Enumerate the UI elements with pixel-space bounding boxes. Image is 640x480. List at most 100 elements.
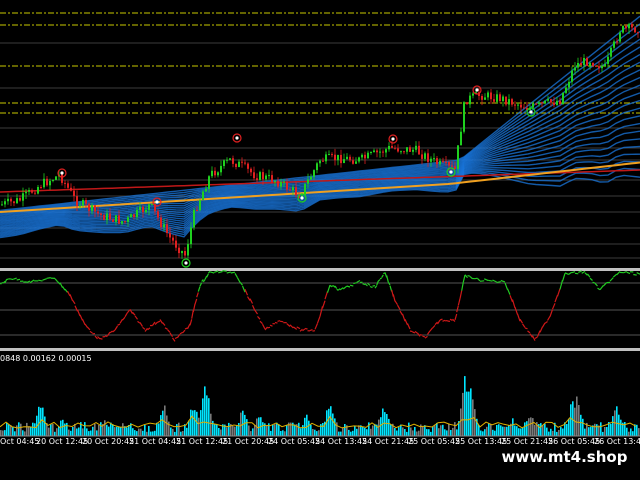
oscillator-segment bbox=[69, 294, 74, 301]
indicator-values-label: 0848 0.00162 0.00015 bbox=[0, 354, 92, 363]
volume-bar bbox=[370, 428, 372, 436]
candle-body bbox=[346, 156, 348, 160]
volume-bar bbox=[134, 430, 136, 436]
candle-body bbox=[43, 178, 45, 188]
candle-body bbox=[592, 62, 594, 66]
oscillator-segment bbox=[534, 336, 538, 340]
candle-body bbox=[175, 240, 177, 248]
volume-bar bbox=[602, 431, 604, 436]
panel-separator-1[interactable] bbox=[0, 268, 640, 271]
price-panel[interactable] bbox=[0, 12, 640, 268]
oscillator-segment bbox=[164, 327, 168, 330]
candle-body bbox=[1, 204, 3, 206]
candle-body bbox=[157, 211, 159, 218]
volume-bar bbox=[132, 428, 134, 436]
oscillator-segment bbox=[429, 327, 433, 332]
candle-body bbox=[523, 107, 525, 109]
volume-bar bbox=[542, 425, 544, 436]
volume-bar bbox=[384, 412, 386, 436]
oscillator-segment bbox=[567, 271, 573, 276]
volume-bar bbox=[194, 410, 196, 436]
oscillator-panel[interactable] bbox=[0, 270, 640, 342]
volume-bar bbox=[196, 411, 198, 436]
volume-bar bbox=[302, 425, 304, 436]
candle-body bbox=[10, 198, 12, 202]
oscillator-segment bbox=[197, 286, 201, 292]
volume-histogram bbox=[0, 376, 640, 436]
volume-bar bbox=[0, 430, 2, 436]
volume-bar bbox=[496, 425, 498, 436]
volume-bar bbox=[140, 428, 142, 436]
candle-body bbox=[61, 174, 63, 183]
oscillator-segment bbox=[13, 277, 17, 280]
volume-panel[interactable] bbox=[0, 376, 640, 436]
volume-bar bbox=[152, 431, 154, 436]
oscillator-segment bbox=[479, 280, 485, 282]
volume-bar bbox=[244, 414, 246, 436]
volume-bar bbox=[504, 426, 506, 436]
volume-bar bbox=[462, 392, 464, 436]
candle-body bbox=[202, 191, 204, 201]
volume-bar bbox=[248, 425, 250, 436]
candle-body bbox=[637, 32, 639, 34]
volume-bar bbox=[418, 430, 420, 436]
volume-bar bbox=[402, 427, 404, 436]
volume-bar bbox=[154, 430, 156, 436]
volume-bar bbox=[214, 424, 216, 436]
volume-bar bbox=[88, 431, 90, 436]
candle-body bbox=[307, 179, 309, 184]
chart-canvas[interactable] bbox=[0, 0, 640, 480]
candle-body bbox=[373, 150, 375, 152]
volume-bar bbox=[612, 416, 614, 436]
panel-separator-2[interactable] bbox=[0, 348, 640, 351]
oscillator-segment bbox=[292, 326, 298, 330]
oscillator-segment bbox=[254, 310, 258, 315]
volume-bar bbox=[584, 428, 586, 436]
oscillator-segment bbox=[432, 324, 436, 329]
volume-bar bbox=[560, 427, 562, 436]
candle-body bbox=[211, 170, 213, 177]
volume-bar bbox=[398, 427, 400, 436]
oscillator-segment bbox=[584, 272, 588, 276]
oscillator-segment bbox=[394, 300, 399, 306]
oscillator-segment bbox=[616, 270, 621, 276]
volume-bar bbox=[180, 431, 182, 436]
volume-bar bbox=[528, 418, 530, 436]
oscillator-segment bbox=[514, 306, 519, 315]
candle-body bbox=[625, 25, 627, 29]
candle-body bbox=[343, 159, 345, 163]
candle-body bbox=[397, 148, 399, 152]
candle-body bbox=[181, 251, 183, 254]
volume-bar bbox=[356, 428, 358, 436]
volume-bar bbox=[294, 424, 296, 436]
volume-bar bbox=[334, 418, 336, 436]
oscillator-segment bbox=[26, 280, 31, 284]
candle-body bbox=[502, 96, 504, 101]
candle-body bbox=[226, 159, 228, 161]
candle-body bbox=[340, 154, 342, 164]
volume-bar bbox=[406, 431, 408, 436]
volume-bar bbox=[460, 408, 462, 436]
volume-bar bbox=[318, 430, 320, 436]
volume-bar bbox=[576, 396, 578, 436]
candle-body bbox=[118, 215, 120, 224]
oscillator-segment bbox=[544, 321, 548, 324]
candle-body bbox=[460, 131, 462, 146]
candle-body bbox=[337, 154, 339, 161]
candle-body bbox=[577, 63, 579, 68]
candle-body bbox=[151, 204, 153, 206]
candle-body bbox=[535, 103, 537, 105]
candle-body bbox=[418, 145, 420, 155]
oscillator-segment bbox=[457, 298, 461, 306]
oscillator-segment bbox=[29, 279, 35, 284]
candle-body bbox=[442, 160, 444, 162]
volume-bar bbox=[594, 423, 596, 436]
candle-body bbox=[634, 27, 636, 33]
candle-body bbox=[247, 163, 249, 169]
candle-body bbox=[574, 67, 576, 71]
volume-bar bbox=[618, 414, 620, 436]
candle-body bbox=[271, 175, 273, 183]
oscillator-segment bbox=[174, 336, 178, 340]
candle-body bbox=[484, 97, 486, 100]
candle-body bbox=[130, 214, 132, 218]
